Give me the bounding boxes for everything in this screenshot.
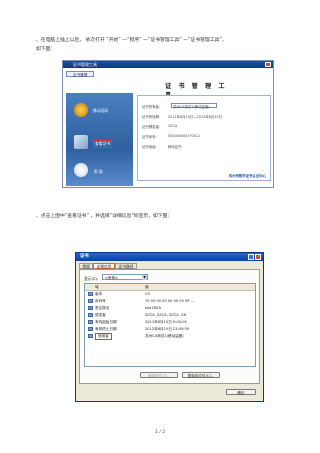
field-icon (88, 306, 93, 310)
step1-instruction: 、在电脑上插上以后， 依次打开 “开始” —“程序” —“证书管理工具” —“证… (36, 38, 227, 43)
copy-to-file-button[interactable]: 复制到文件(C)... (182, 372, 220, 378)
close-icon[interactable] (255, 254, 261, 260)
field-icon (88, 292, 93, 296)
issuer-label: 证书颁发者： (142, 125, 163, 129)
row-field: 序列号 (95, 299, 106, 303)
issuer-value: SZCA (168, 124, 178, 128)
show-label: 显示(S): (84, 276, 99, 281)
cert-info-row: 证书颁发者： SZCA (142, 124, 177, 129)
usage-label: 证书用途： (142, 145, 159, 149)
cert-info-row: 证书用途： 移动证书 (142, 144, 182, 149)
help-icon (74, 163, 88, 177)
show-select-value: <所有> (105, 276, 119, 280)
cert-tool-sidebar: 移动证码 查看证书 帮 助 (66, 93, 133, 186)
serial-label: 证书序号： (142, 135, 159, 139)
table-row[interactable]: 版本 V3 (85, 291, 255, 297)
column-field[interactable]: 域 (95, 284, 99, 290)
field-icon (88, 313, 93, 317)
validity-label: 证书有效期： (142, 115, 163, 119)
details-panel: 显示(S): <所有> ▼ 域 值 版本 V3 序列号 70 00 00 00 00… (79, 269, 260, 384)
ok-button[interactable]: 确定 (226, 389, 256, 395)
table-row[interactable]: 颁发者 SZCA, SZCA, SZCA, CN (85, 312, 255, 318)
chevron-down-icon[interactable]: ▼ (142, 275, 147, 280)
certificate-dialog-title: 证书 (80, 254, 89, 259)
cert-info-row: 证书序号： 0000000007F0411 (142, 134, 200, 139)
cert-fields-list: 域 值 版本 V3 序列号 70 00 00 00 00 00 00 99 ... … (84, 283, 256, 367)
table-row[interactable]: 签名算法 sha1RSA (85, 305, 255, 311)
row-field: 使用者 (95, 332, 112, 340)
field-icon (88, 327, 93, 331)
step2-instruction: 、点击上图中“查看证书” ，并选择“详细信息”标签页，如下图： (36, 214, 173, 219)
row-field: 签名算法 (95, 306, 110, 310)
close-icon[interactable] (265, 62, 271, 67)
table-row[interactable]: 有效终止日期 2012年8月15日 23:59:59 (85, 326, 255, 332)
cert-tool-title: 证书管理工具 (73, 62, 97, 67)
cert-info-row: 证书所有者： 苏州CA测试1(移动监管) (142, 103, 217, 109)
tab-cert-management[interactable]: 证书管理 (66, 71, 94, 77)
validity-value: 2011年8月15日—2012年8月15日 (168, 115, 222, 119)
row-field: 有效终止日期 (95, 327, 117, 331)
usage-value: 移动证书 (168, 145, 182, 149)
cert-owner-label: 证书所有者： (142, 105, 163, 109)
row-field: 版本 (95, 292, 103, 296)
field-icon (88, 299, 93, 303)
row-value: sha1RSA (145, 306, 161, 310)
key-icon (74, 103, 88, 117)
show-select[interactable]: <所有> ▼ (102, 274, 148, 280)
cert-info-row: 证书有效期： 2011年8月15日—2012年8月15日 (142, 114, 222, 119)
edit-properties-button[interactable]: 编辑属性(E)... (140, 372, 178, 378)
table-row[interactable]: 使用者 苏州CA测试1(移动监管) (85, 332, 255, 340)
list-header: 域 值 (85, 284, 255, 291)
sidebar-item-view-cert[interactable]: 查看证书 (93, 140, 113, 148)
page-number: 1 / 2 (154, 430, 166, 435)
cert-center-footer: 苏州市数字证书认证中心 (228, 174, 266, 178)
cert-tool-banner: 证 书 管 理 工 具 (165, 83, 228, 99)
row-value: 70 00 00 00 00 00 00 99 ... (145, 299, 195, 303)
help-icon[interactable] (248, 254, 254, 260)
column-value[interactable]: 值 (145, 284, 149, 290)
certificate-dialog: 证书 常规 详细信息 证书路径 显示(S): <所有> ▼ 域 值 版本 V3 序… (75, 252, 264, 402)
row-value: 2011年8月15日 0:00:00 (145, 320, 187, 324)
sidebar-item-move[interactable]: 移动证码 (93, 108, 108, 114)
cert-owner-value: 苏州CA测试1(移动监管) (173, 105, 210, 109)
step1-instruction-cont: 如下图： (36, 47, 56, 52)
certificate-dialog-titlebar: 证书 (76, 253, 263, 261)
document-page: 、在电脑上插上以后， 依次打开 “开始” —“程序” —“证书管理工具” —“证… (0, 0, 320, 453)
table-row[interactable]: 有效起始日期 2011年8月15日 0:00:00 (85, 319, 255, 325)
cert-tool-window: 证书管理工具 证书管理 证 书 管 理 工 具 移动证码 查看证书 帮 助 证书… (62, 60, 274, 188)
row-field: 颁发者 (95, 313, 106, 317)
field-icon (88, 320, 93, 324)
row-value: 苏州CA测试1(移动监管) (145, 334, 184, 338)
cert-info-panel: 证书所有者： 苏州CA测试1(移动监管) 证书有效期： 2011年8月15日—2… (137, 95, 271, 181)
row-value: V3 (145, 292, 150, 296)
row-value: SZCA, SZCA, SZCA, CN (145, 313, 187, 317)
row-value: 2012年8月15日 23:59:59 (145, 327, 190, 331)
sidebar-item-help[interactable]: 帮 助 (94, 169, 103, 175)
table-row[interactable]: 序列号 70 00 00 00 00 00 00 99 ... (85, 298, 255, 304)
certificate-icon (74, 135, 88, 149)
row-field: 有效起始日期 (95, 320, 117, 324)
serial-value: 0000000007F0411 (168, 134, 201, 138)
field-icon (88, 334, 93, 338)
cert-tool-titlebar: 证书管理工具 (63, 61, 273, 68)
